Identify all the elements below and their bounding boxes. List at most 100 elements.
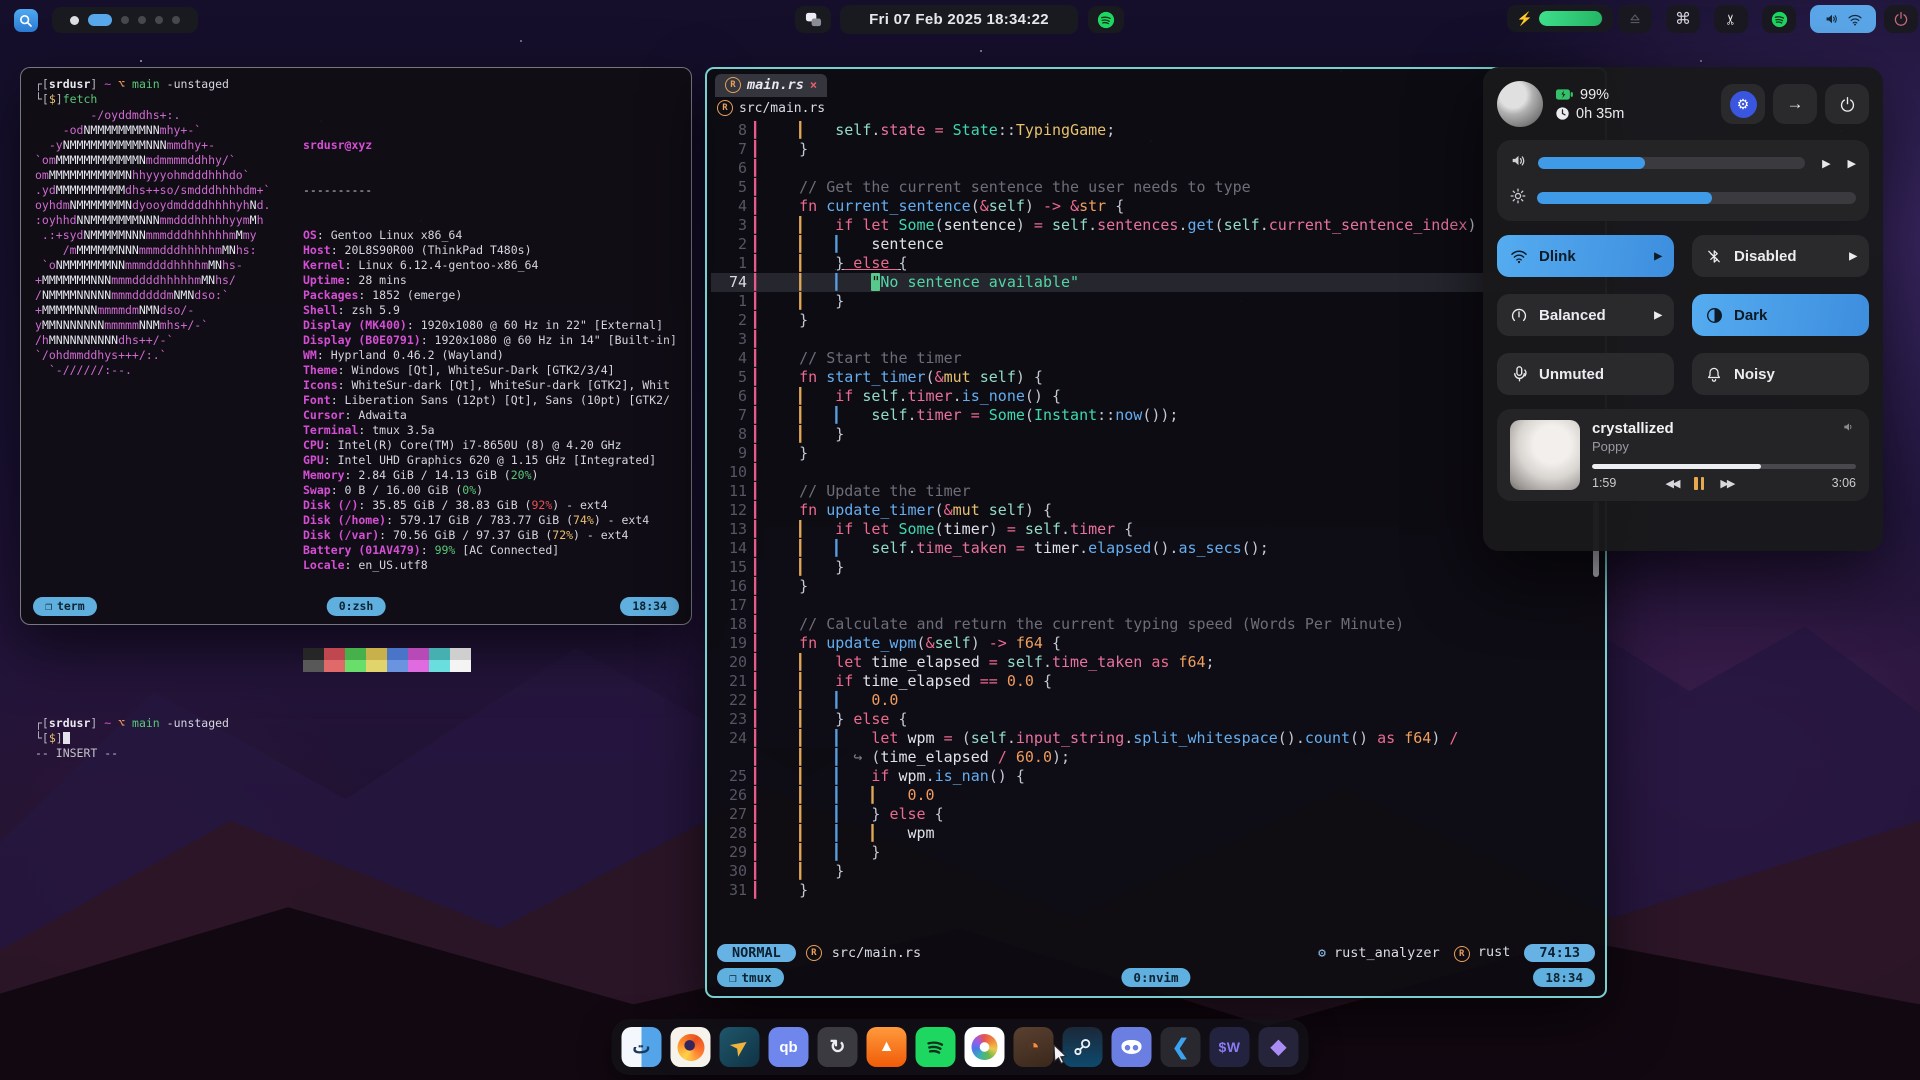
- power-button[interactable]: [1884, 5, 1918, 33]
- album-art[interactable]: [1510, 420, 1580, 490]
- code-line[interactable]: 10▎: [711, 463, 1605, 482]
- code-line[interactable]: 7▎ }: [711, 140, 1605, 159]
- code-line[interactable]: 16▎ }: [711, 577, 1605, 596]
- code-line[interactable]: 22▎ ▎ ▎ 0.0: [711, 691, 1605, 710]
- code-line[interactable]: 29▎ ▎ ▎ }: [711, 843, 1605, 862]
- pause-button[interactable]: [1694, 477, 1704, 490]
- workspace-dot-3[interactable]: [121, 16, 129, 24]
- tmux-session-name[interactable]: ❐tmux: [717, 968, 784, 987]
- output-volume-icon[interactable]: [1842, 420, 1856, 438]
- dock-vlc-icon[interactable]: ▲: [867, 1027, 907, 1067]
- battery-indicator[interactable]: ⚡: [1507, 5, 1613, 32]
- code-line[interactable]: 9▎ }: [711, 444, 1605, 463]
- terminal-window[interactable]: ┌[srdusr] ~ ⌥ main -unstaged └[$]fetch -…: [20, 67, 692, 625]
- dock-discord-icon[interactable]: [1112, 1027, 1152, 1067]
- session-power-button[interactable]: [1825, 84, 1869, 124]
- close-icon[interactable]: ×: [810, 78, 817, 92]
- chevron-right-icon[interactable]: ▶: [1654, 310, 1662, 321]
- code-line[interactable]: 2▎ ▎ ▎ sentence: [711, 235, 1605, 254]
- code-line[interactable]: 3▎ ▎ if let Some(sentence) = self.senten…: [711, 216, 1605, 235]
- toggle-unmuted[interactable]: Unmuted: [1497, 353, 1674, 395]
- code-line[interactable]: 18▎ // Calculate and return the current …: [711, 615, 1605, 634]
- toggle-disabled[interactable]: Disabled▶: [1692, 235, 1869, 277]
- dock-photos-icon[interactable]: [965, 1027, 1005, 1067]
- clipboard-tray-button[interactable]: ✂: [1714, 5, 1748, 33]
- dock-finder-icon[interactable]: ت: [622, 1027, 662, 1067]
- code-line[interactable]: 13▎ ▎ if let Some(timer) = self.timer {: [711, 520, 1605, 539]
- tmux-window[interactable]: 0:zsh: [327, 597, 386, 616]
- notifications-button[interactable]: [795, 6, 831, 33]
- dock-thunderbird-icon[interactable]: ➤: [720, 1027, 760, 1067]
- code-line[interactable]: 74▎ ▎ ▎ "No sentence available": [711, 273, 1605, 292]
- code-line[interactable]: 24▎ ▎ ▎ let wpm = (self.input_string.spl…: [711, 729, 1605, 748]
- code-line[interactable]: 19▎ fn update_wpm(&self) -> f64 {: [711, 634, 1605, 653]
- code-line[interactable]: ▎ ▎ ▎ ↪ (time_elapsed / 60.0);: [711, 748, 1605, 767]
- code-line[interactable]: 11▎ // Update the timer: [711, 482, 1605, 501]
- command-tray-button[interactable]: ⌘: [1666, 5, 1700, 33]
- code-line[interactable]: 7▎ ▎ ▎ self.timer = Some(Instant::now())…: [711, 406, 1605, 425]
- toggle-noisy[interactable]: Noisy: [1692, 353, 1869, 395]
- dock-obs-icon[interactable]: ↻: [818, 1027, 858, 1067]
- brightness-slider[interactable]: [1510, 186, 1856, 210]
- code-line[interactable]: 23▎ ▎ } else {: [711, 710, 1605, 729]
- workspace-dot-1[interactable]: [70, 16, 79, 25]
- code-line[interactable]: 30▎ ▎ }: [711, 862, 1605, 881]
- eject-tray-button[interactable]: [1618, 5, 1652, 33]
- play-chevron-icon[interactable]: ▶: [1822, 157, 1830, 170]
- play-chevron-icon[interactable]: ▶: [1848, 157, 1856, 170]
- next-track-button[interactable]: ▶▶: [1720, 477, 1733, 490]
- search-button[interactable]: [14, 9, 38, 32]
- neovim-window[interactable]: R main.rs × R src/main.rs 8▎ ▎ self.stat…: [705, 67, 1607, 998]
- spotify-tray-icon-button[interactable]: [1762, 5, 1796, 33]
- code-line[interactable]: 28▎ ▎ ▎ ▎ wpm: [711, 824, 1605, 843]
- code-line[interactable]: 4▎ fn current_sentence(&self) -> &str {: [711, 197, 1605, 216]
- dock-appswirl-icon[interactable]: ◔: [1014, 1027, 1054, 1067]
- dock-obsidian-icon[interactable]: ◆: [1259, 1027, 1299, 1067]
- code-line[interactable]: 17▎: [711, 596, 1605, 615]
- dock-qbittorrent-icon[interactable]: qb: [769, 1027, 809, 1067]
- workspace-dot-2[interactable]: [88, 14, 112, 26]
- settings-button[interactable]: ⚙: [1721, 84, 1765, 124]
- tmux-session-name[interactable]: ❐term: [33, 597, 97, 616]
- code-line[interactable]: 1▎ ▎ } else {: [711, 254, 1605, 273]
- chevron-right-icon[interactable]: ▶: [1849, 251, 1857, 262]
- clock[interactable]: Fri 07 Feb 2025 18:34:22: [840, 5, 1078, 34]
- toggle-dlink[interactable]: Dlink▶: [1497, 235, 1674, 277]
- workspace-indicator[interactable]: [52, 7, 198, 33]
- code-line[interactable]: 27▎ ▎ ▎ } else {: [711, 805, 1605, 824]
- code-line[interactable]: 6▎: [711, 159, 1605, 178]
- code-line[interactable]: 8▎ ▎ self.state = State::TypingGame;: [711, 121, 1605, 140]
- code-line[interactable]: 2▎ }: [711, 311, 1605, 330]
- code-area[interactable]: 8▎ ▎ self.state = State::TypingGame;7▎ }…: [707, 119, 1605, 940]
- dock-wealth-icon[interactable]: $W: [1210, 1027, 1250, 1067]
- code-line[interactable]: 14▎ ▎ ▎ self.time_taken = timer.elapsed(…: [711, 539, 1605, 558]
- avatar[interactable]: [1497, 81, 1543, 127]
- workspace-dot-4[interactable]: [138, 16, 146, 24]
- code-line[interactable]: 3▎: [711, 330, 1605, 349]
- dock-spotify-icon[interactable]: [916, 1027, 956, 1067]
- volume-network-button[interactable]: [1810, 5, 1876, 33]
- workspace-dot-5[interactable]: [155, 16, 163, 24]
- workspace-dot-6[interactable]: [172, 16, 180, 24]
- tmux-window[interactable]: 0:nvim: [1121, 968, 1190, 987]
- slider-track[interactable]: [1538, 157, 1805, 169]
- dock-vscode-icon[interactable]: ❮: [1161, 1027, 1201, 1067]
- code-line[interactable]: 6▎ ▎ if self.timer.is_none() {: [711, 387, 1605, 406]
- code-line[interactable]: 8▎ ▎ }: [711, 425, 1605, 444]
- seek-bar[interactable]: [1592, 464, 1856, 469]
- volume-slider[interactable]: ▶▶: [1510, 151, 1856, 175]
- toggle-balanced[interactable]: Balanced▶: [1497, 294, 1674, 336]
- expand-button[interactable]: →: [1773, 84, 1817, 124]
- code-line[interactable]: 15▎ ▎ }: [711, 558, 1605, 577]
- code-line[interactable]: 12▎ fn update_timer(&mut self) {: [711, 501, 1605, 520]
- code-line[interactable]: 4▎ // Start the timer: [711, 349, 1605, 368]
- chevron-right-icon[interactable]: ▶: [1654, 251, 1662, 262]
- code-line[interactable]: 25▎ ▎ ▎ if wpm.is_nan() {: [711, 767, 1605, 786]
- spotify-tray-button[interactable]: [1088, 6, 1124, 33]
- code-line[interactable]: 20▎ ▎ let time_elapsed = self.time_taken…: [711, 653, 1605, 672]
- code-line[interactable]: 31▎ }: [711, 881, 1605, 900]
- code-line[interactable]: 26▎ ▎ ▎ ▎ 0.0: [711, 786, 1605, 805]
- slider-track[interactable]: [1537, 192, 1856, 204]
- buffer-tab[interactable]: R main.rs ×: [715, 74, 827, 97]
- toggle-dark[interactable]: Dark: [1692, 294, 1869, 336]
